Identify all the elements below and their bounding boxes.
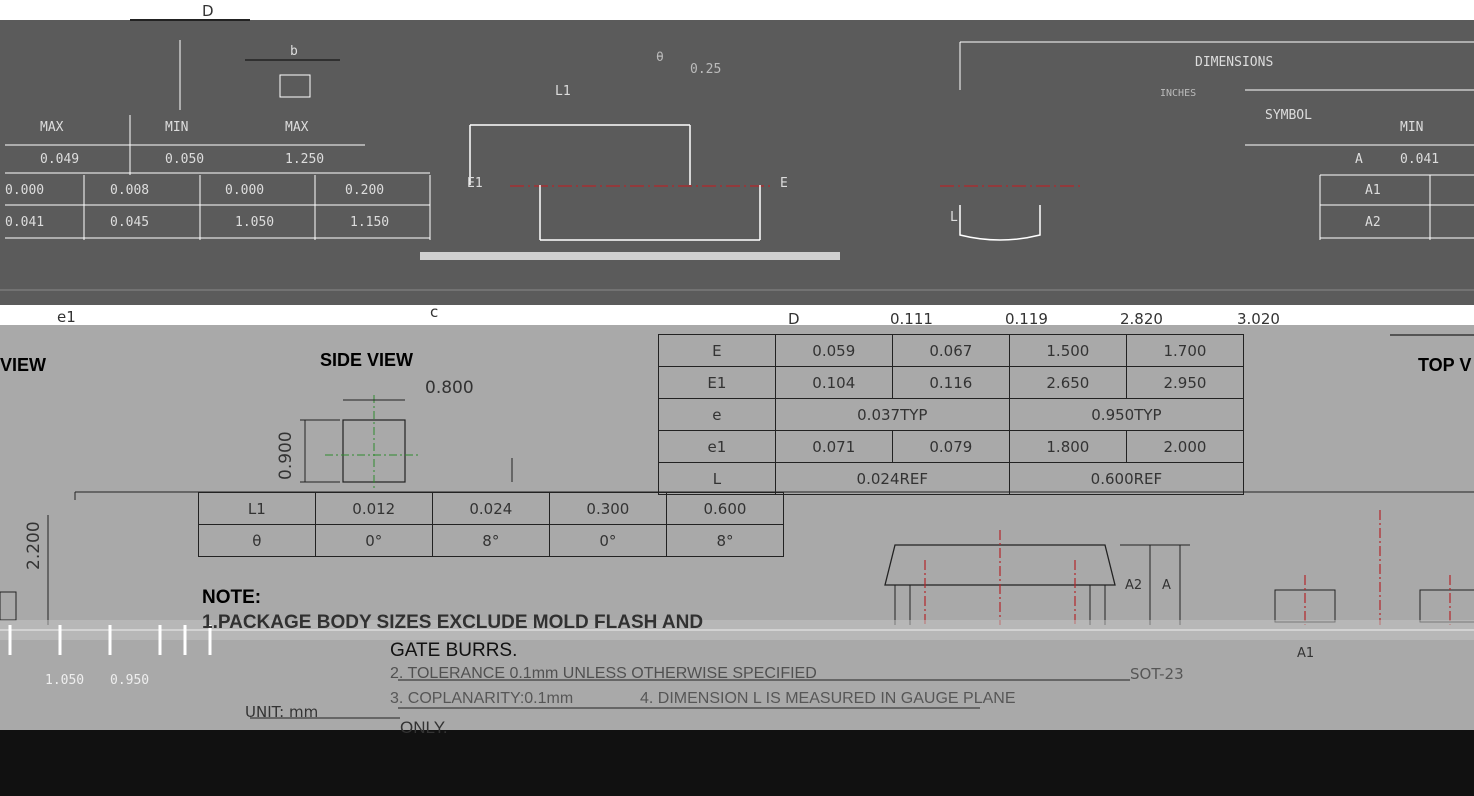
bottom-dimension-1: 1.050 xyxy=(45,673,85,688)
profile-label-a1: A1 xyxy=(1297,646,1315,661)
table-cell: e1 xyxy=(658,430,776,463)
table-cell: 0.037TYP xyxy=(774,398,1010,431)
row-a1-symbol: A1 xyxy=(1365,183,1381,198)
table-cell: L xyxy=(658,462,776,495)
row-a2-value-3: 1.050 xyxy=(235,215,275,230)
table-cell: 0.600 xyxy=(665,492,785,525)
dimension-label-e-top: E xyxy=(780,176,788,191)
d-row-value-3: 2.820 xyxy=(1120,310,1163,328)
table-cell: 0.024REF xyxy=(774,462,1010,495)
row-a2-value-1: 0.041 xyxy=(5,215,45,230)
table-cell: e xyxy=(658,398,776,431)
note-line-3: 3. COPLANARITY:0.1mm xyxy=(390,690,574,707)
table-cell: E1 xyxy=(658,366,776,399)
table-row: e1 0.071 0.079 1.800 2.000 xyxy=(658,430,1245,463)
table-cell: 0.059 xyxy=(774,334,893,367)
inches-label: INCHES xyxy=(1160,88,1197,99)
row-a-value-3: 1.250 xyxy=(285,152,325,167)
note-line-2: 2. TOLERANCE 0.1mm UNLESS OTHERWISE SPEC… xyxy=(390,665,817,682)
table-cell: 8° xyxy=(431,524,550,557)
table-cell: 1.700 xyxy=(1125,334,1245,367)
row-a-value-2: 0.050 xyxy=(165,152,205,167)
table-cell: L1 xyxy=(198,492,316,525)
table-cell: 2.650 xyxy=(1008,366,1127,399)
d-row-value-2: 0.119 xyxy=(1005,310,1048,328)
table-row: θ 0° 8° 0° 8° xyxy=(198,524,785,557)
dimension-label-e1: e1 xyxy=(57,308,76,326)
side-height-dimension: 0.900 xyxy=(276,431,296,480)
dimension-label-c: c xyxy=(430,303,439,321)
table-cell: E xyxy=(658,334,776,367)
table-cell: 0° xyxy=(548,524,667,557)
dimension-label-e1-top: E1 xyxy=(467,176,483,191)
left-height-dimension: 2.200 xyxy=(24,521,44,570)
table-row: L1 0.012 0.024 0.300 0.600 xyxy=(198,492,785,525)
row-a2-value-2: 0.045 xyxy=(110,215,150,230)
table-row: E 0.059 0.067 1.500 1.700 xyxy=(658,334,1245,367)
note-line-4: 4. DIMENSION L IS MEASURED IN GAUGE PLAN… xyxy=(640,690,1016,707)
table-cell: 0.071 xyxy=(774,430,893,463)
table-cell: 1.800 xyxy=(1008,430,1127,463)
row-a-min: 0.041 xyxy=(1400,152,1440,167)
row-a-symbol: A xyxy=(1355,152,1363,167)
profile-label-a2: A2 xyxy=(1125,578,1143,593)
table-cell: 8° xyxy=(665,524,785,557)
dimensions-table-left: L1 0.012 0.024 0.300 0.600 θ 0° 8° 0° 8° xyxy=(198,492,785,557)
dimension-label-l1: L1 xyxy=(555,84,571,99)
package-code: SOT-23 xyxy=(1130,665,1184,683)
table-row: e 0.037TYP 0.950TYP xyxy=(658,398,1245,431)
profile-label-a: A xyxy=(1162,578,1171,593)
dimension-label-b: b xyxy=(290,44,298,59)
row-a1-value-3: 0.000 xyxy=(225,183,265,198)
side-width-dimension: 0.800 xyxy=(425,378,474,398)
note-line-1-cont: GATE BURRS. xyxy=(390,640,518,661)
unit-label: UNIT: mm xyxy=(245,703,319,721)
gauge-plane-label: 0.25 xyxy=(690,62,722,77)
note-line-5: ONLY. xyxy=(400,718,448,737)
table-cell: θ xyxy=(198,524,316,557)
dimensions-title: DIMENSIONS xyxy=(1195,55,1274,70)
row-a1-value-1: 0.000 xyxy=(5,183,45,198)
table-cell: 0.600REF xyxy=(1008,462,1245,495)
top-view-title: TOP V xyxy=(1418,355,1472,375)
table-row: L 0.024REF 0.600REF xyxy=(658,462,1245,495)
table-cell: 0.300 xyxy=(548,492,667,525)
row-a2-symbol: A2 xyxy=(1365,215,1381,230)
table-cell: 0.116 xyxy=(891,366,1010,399)
row-a-value-1: 0.049 xyxy=(40,152,80,167)
table-row: E1 0.104 0.116 2.650 2.950 xyxy=(658,366,1245,399)
side-view-title: SIDE VIEW xyxy=(320,350,414,370)
note-line-1: 1.PACKAGE BODY SIZES EXCLUDE MOLD FLASH … xyxy=(202,612,704,633)
table-cell: 1.500 xyxy=(1008,334,1127,367)
table-cell: 0.950TYP xyxy=(1008,398,1245,431)
row-a2-value-4: 1.150 xyxy=(350,215,390,230)
notes-heading: NOTE: xyxy=(202,587,262,608)
col-max-label-2: MAX xyxy=(285,120,309,135)
right-min-label: MIN xyxy=(1400,120,1424,135)
left-view-title: VIEW xyxy=(0,355,47,375)
table-cell: 0.079 xyxy=(891,430,1010,463)
symbol-label: SYMBOL xyxy=(1265,108,1312,123)
table-cell: 0.104 xyxy=(774,366,893,399)
row-a1-value-4: 0.200 xyxy=(345,183,385,198)
table-cell: 0° xyxy=(314,524,433,557)
d-row-value-1: 0.111 xyxy=(890,310,933,328)
d-row-value-4: 3.020 xyxy=(1237,310,1280,328)
theta-label: θ xyxy=(656,50,664,65)
dimension-label-l-top: L xyxy=(950,210,958,225)
table-cell: 0.024 xyxy=(431,492,550,525)
table-cell: 2.950 xyxy=(1125,366,1245,399)
row-a1-value-2: 0.008 xyxy=(110,183,150,198)
dimensions-table-right: E 0.059 0.067 1.500 1.700 E1 0.104 0.116… xyxy=(658,334,1245,495)
table-cell: 0.067 xyxy=(891,334,1010,367)
col-max-label: MAX xyxy=(40,120,64,135)
d-row-symbol: D xyxy=(788,310,800,328)
table-cell: 0.012 xyxy=(314,492,433,525)
col-min-label: MIN xyxy=(165,120,189,135)
table-cell: 2.000 xyxy=(1125,430,1245,463)
bottom-dimension-2: 0.950 xyxy=(110,673,150,688)
